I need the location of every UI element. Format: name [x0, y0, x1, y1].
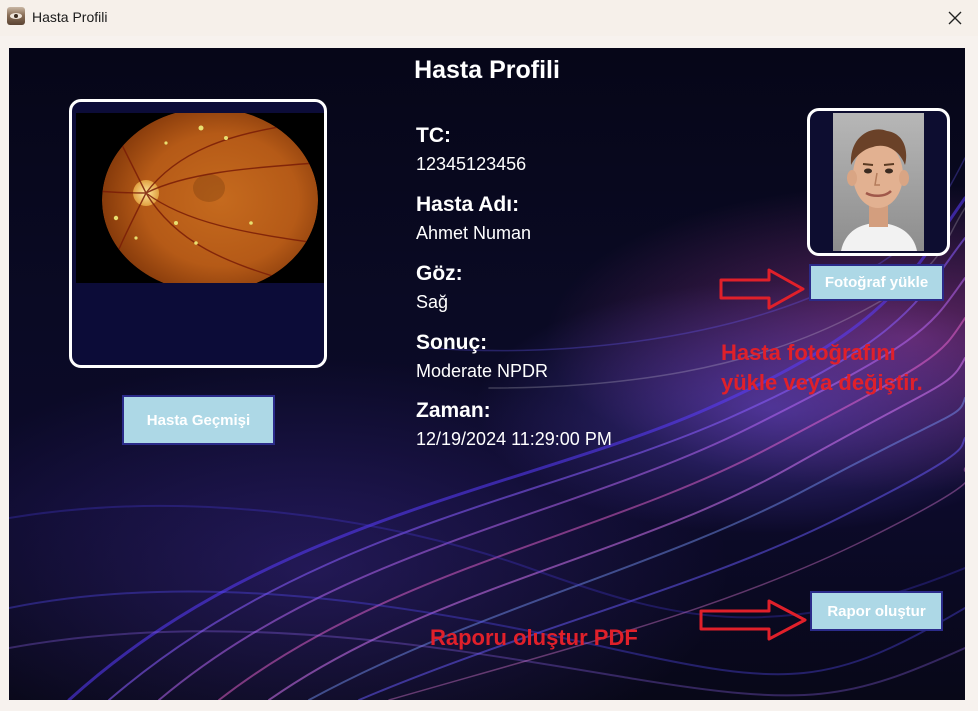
upload-photo-button[interactable]: Fotoğraf yükle [809, 264, 944, 301]
patient-history-button[interactable]: Hasta Geçmişi [122, 395, 275, 445]
page-title: Hasta Profili [414, 56, 560, 84]
time-value: 12/19/2024 11:29:00 PM [416, 429, 612, 449]
retina-fundus-image [76, 113, 324, 283]
eye-app-icon [7, 7, 25, 25]
patient-photo-frame [807, 108, 950, 256]
profile-panel: Hasta Profili Hasta Geçmişi TC: 12345123… [9, 48, 965, 700]
eye-value: Sağ [416, 292, 449, 312]
window-title: Hasta Profili [32, 9, 108, 25]
fundus-image-frame [69, 99, 327, 368]
create-report-button[interactable]: Rapor oluştur [810, 591, 943, 631]
window-titlebar: Hasta Profili [0, 0, 978, 36]
report-annotation: Raporu oluştur PDF [430, 625, 638, 650]
close-button[interactable] [938, 2, 972, 34]
arrow-right-icon [719, 268, 805, 310]
result-value: Moderate NPDR [416, 361, 549, 381]
patient-name-value: Ahmet Numan [416, 223, 532, 243]
result-label: Sonuç: [416, 331, 488, 354]
arrow-right-icon [699, 599, 807, 641]
photo-annotation: Hasta fotoğrafını yükle veya değiştir. [721, 340, 923, 395]
patient-photo [833, 113, 924, 251]
close-icon [948, 11, 962, 25]
tc-value: 12345123456 [416, 154, 527, 174]
time-label: Zaman: [416, 399, 491, 422]
eye-label: Göz: [416, 262, 463, 285]
patient-name-label: Hasta Adı: [416, 193, 520, 216]
tc-label: TC: [416, 124, 451, 147]
